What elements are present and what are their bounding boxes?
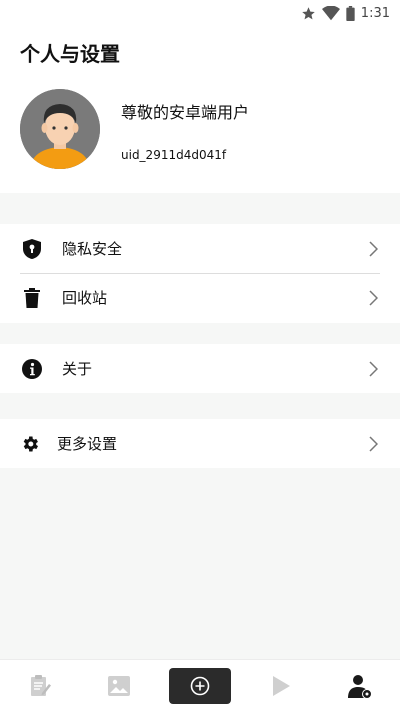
menu-item-recycle-bin[interactable]: 回收站 <box>0 273 400 322</box>
gear-icon <box>20 434 40 454</box>
shield-lock-icon <box>22 238 42 259</box>
avatar[interactable] <box>20 89 100 169</box>
nav-gallery[interactable] <box>89 666 149 706</box>
battery-icon <box>346 5 355 21</box>
nav-profile[interactable] <box>330 666 390 706</box>
status-bar: 1:31 <box>0 0 400 26</box>
info-icon <box>22 358 42 379</box>
menu-item-privacy[interactable]: 隐私安全 <box>0 224 400 273</box>
create-button[interactable] <box>168 667 231 704</box>
nav-notes[interactable] <box>10 666 70 706</box>
wifi-icon <box>321 5 340 21</box>
menu-item-label: 回收站 <box>62 289 108 307</box>
bottom-nav <box>0 659 400 711</box>
page-title: 个人与设置 <box>20 42 120 66</box>
play-icon <box>272 675 290 696</box>
user-uid: uid_2911d4d041f <box>121 148 227 162</box>
trash-icon <box>22 287 42 308</box>
chevron-right-icon <box>369 240 378 257</box>
chevron-right-icon <box>369 360 378 377</box>
menu-group-settings: 更多设置 <box>0 419 400 468</box>
menu-item-about[interactable]: 关于 <box>0 344 400 393</box>
user-name: 尊敬的安卓端用户 <box>121 103 250 122</box>
nav-play[interactable] <box>251 666 311 706</box>
notes-icon <box>30 674 51 696</box>
menu-group-security: 隐私安全 回收站 <box>0 224 400 323</box>
menu-item-label: 隐私安全 <box>62 240 123 258</box>
menu-group-about: 关于 <box>0 344 400 393</box>
gallery-icon <box>108 675 131 696</box>
menu-item-label: 关于 <box>62 360 93 378</box>
menu-item-label: 更多设置 <box>57 435 118 453</box>
profile-icon <box>348 674 373 699</box>
star-icon <box>301 6 316 21</box>
avatar-person-icon <box>20 89 100 169</box>
chevron-right-icon <box>369 435 378 452</box>
menu-item-more-settings[interactable]: 更多设置 <box>0 419 400 468</box>
chevron-right-icon <box>369 289 378 306</box>
create-plus-icon <box>190 676 210 695</box>
status-time: 1:31 <box>360 5 390 21</box>
